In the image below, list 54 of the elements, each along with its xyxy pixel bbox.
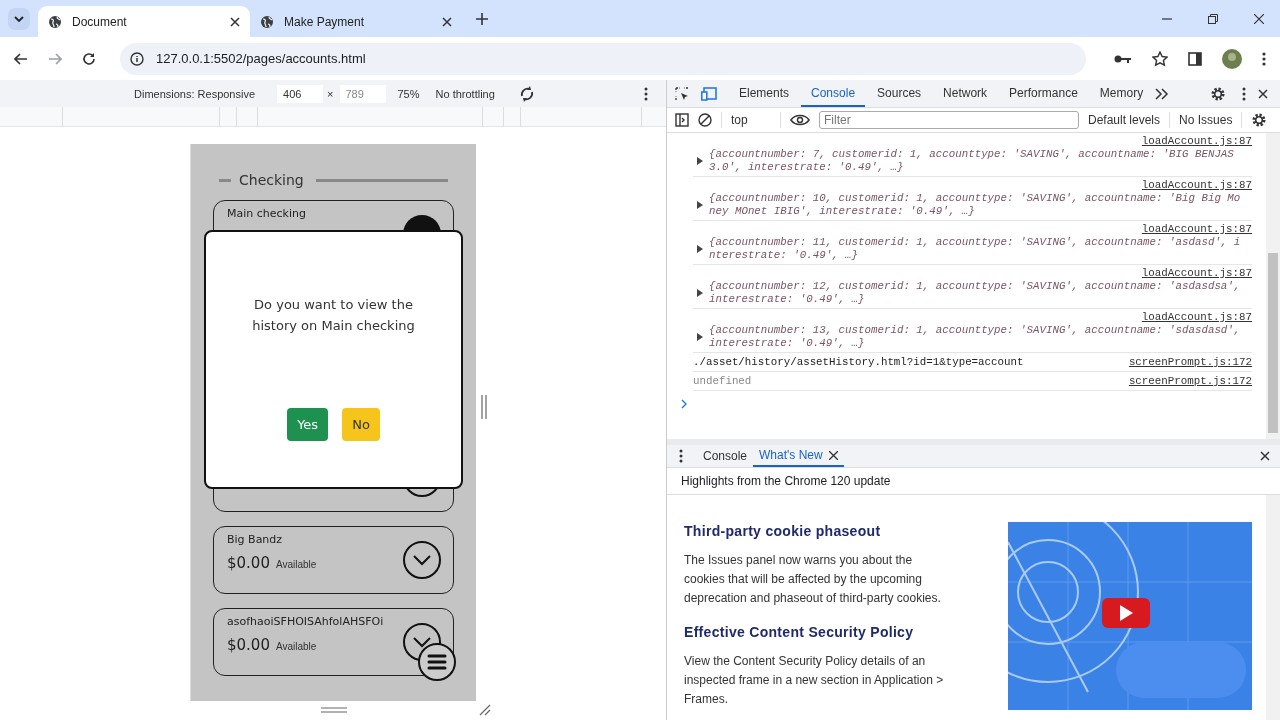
address-field[interactable]: 127.0.0.1:5502/pages/accounts.html bbox=[120, 42, 1086, 75]
result-value: undefined bbox=[693, 375, 752, 387]
throttling-dropdown[interactable]: No throttling bbox=[435, 87, 495, 100]
source-link[interactable]: loadAccount.js:87 bbox=[1141, 311, 1252, 324]
balance-label: Available bbox=[275, 641, 317, 652]
zoom-dropdown[interactable]: 75% bbox=[397, 87, 420, 100]
no-button[interactable]: No bbox=[342, 408, 380, 441]
account-balance: $0.00 bbox=[227, 554, 270, 572]
filter-field[interactable]: Filter bbox=[819, 111, 1079, 129]
browser-tab[interactable]: Document bbox=[38, 6, 250, 37]
dimensions-dropdown[interactable]: Dimensions: Responsive bbox=[134, 87, 256, 100]
log-object[interactable]: {accountnumber: 7, customerid: 1, accounttype: 'SAVING', accountname: 'BIG BENJAS 3.0', interestrate: '0.49', …} bbox=[709, 148, 1241, 174]
devtools-tab[interactable]: Elements bbox=[729, 80, 800, 107]
drawer-tab[interactable]: What's New bbox=[753, 445, 844, 467]
browser-tab[interactable]: Make Payment bbox=[250, 6, 462, 37]
tab-title: Make Payment bbox=[284, 14, 366, 29]
yes-button[interactable]: Yes bbox=[287, 408, 329, 441]
height-field[interactable]: 789 bbox=[339, 84, 386, 103]
balance-label: Available bbox=[275, 559, 317, 570]
article-title[interactable]: Effective Content Security Policy bbox=[684, 624, 984, 640]
devtools-tab[interactable]: Console bbox=[801, 80, 866, 107]
devtools-tab[interactable]: Sources bbox=[867, 80, 932, 107]
account-name: Big Bandz bbox=[227, 533, 284, 546]
account-name: Main checking bbox=[227, 207, 307, 220]
issues-label: No Issues bbox=[1179, 113, 1233, 127]
source-link[interactable]: loadAccount.js:87 bbox=[1141, 267, 1252, 280]
log-object[interactable]: {accountnumber: 13, customerid: 1, accounttype: 'SAVING', accountname: 'sdasdasd', interestrate: '0.49', …} bbox=[709, 324, 1241, 350]
devtools-tab[interactable]: Performance bbox=[999, 80, 1088, 107]
context-dropdown[interactable]: top bbox=[731, 113, 771, 127]
tab-title: Document bbox=[72, 14, 128, 29]
account-card[interactable]: Big Bandz $0.00 Available bbox=[213, 526, 454, 594]
panel-heading: Highlights from the Chrome 120 update bbox=[667, 468, 1280, 495]
log-message: ./asset/history/assetHistory.html?id=1&type=account bbox=[693, 356, 1024, 368]
article-title[interactable]: Third-party cookie phaseout bbox=[684, 523, 984, 539]
log-object[interactable]: {accountnumber: 11, customerid: 1, accounttype: 'SAVING', accountname: 'asdasd', interestrate: '0.49', …} bbox=[709, 236, 1241, 262]
log-object[interactable]: {accountnumber: 12, customerid: 1, accounttype: 'SAVING', accountname: 'asdasdsa', interestrate: '0.49', …} bbox=[709, 280, 1241, 306]
devtools-tab[interactable]: Network bbox=[933, 80, 998, 107]
width-field[interactable]: 406 bbox=[277, 84, 324, 103]
section-title: Checking bbox=[239, 172, 304, 188]
devtools-tab[interactable]: Memory bbox=[1089, 80, 1154, 107]
dialog-message: Do you want to view the history on Main checking bbox=[251, 296, 416, 335]
source-link[interactable]: loadAccount.js:87 bbox=[1141, 223, 1252, 236]
source-link[interactable]: screenPrompt.js:172 bbox=[1128, 356, 1252, 368]
account-balance: $0.00 bbox=[227, 636, 270, 654]
drawer-tab[interactable]: Console bbox=[697, 445, 754, 467]
source-link[interactable]: screenPrompt.js:172 bbox=[1128, 375, 1252, 387]
source-link[interactable]: loadAccount.js:87 bbox=[1141, 179, 1252, 192]
source-link[interactable]: loadAccount.js:87 bbox=[1141, 135, 1252, 148]
article-text: View the Content Security Policy details of an inspected frame in a new section in Application > Frames. bbox=[684, 653, 945, 708]
account-name: asofhaoiSFHOISAhfolAHSFOi bbox=[227, 615, 385, 628]
levels-dropdown[interactable]: Default levels bbox=[1088, 113, 1161, 127]
article-text: The Issues panel now warns you about the cookies that will be affected by the upcoming deprecation and phaseout of third-party cookies. bbox=[684, 552, 942, 607]
log-object[interactable]: {accountnumber: 10, customerid: 1, accounttype: 'SAVING', accountname: 'Big Big Money MOnet IBIG', interestrate: '0.49', …} bbox=[709, 192, 1241, 218]
times-sign: × bbox=[327, 87, 334, 100]
